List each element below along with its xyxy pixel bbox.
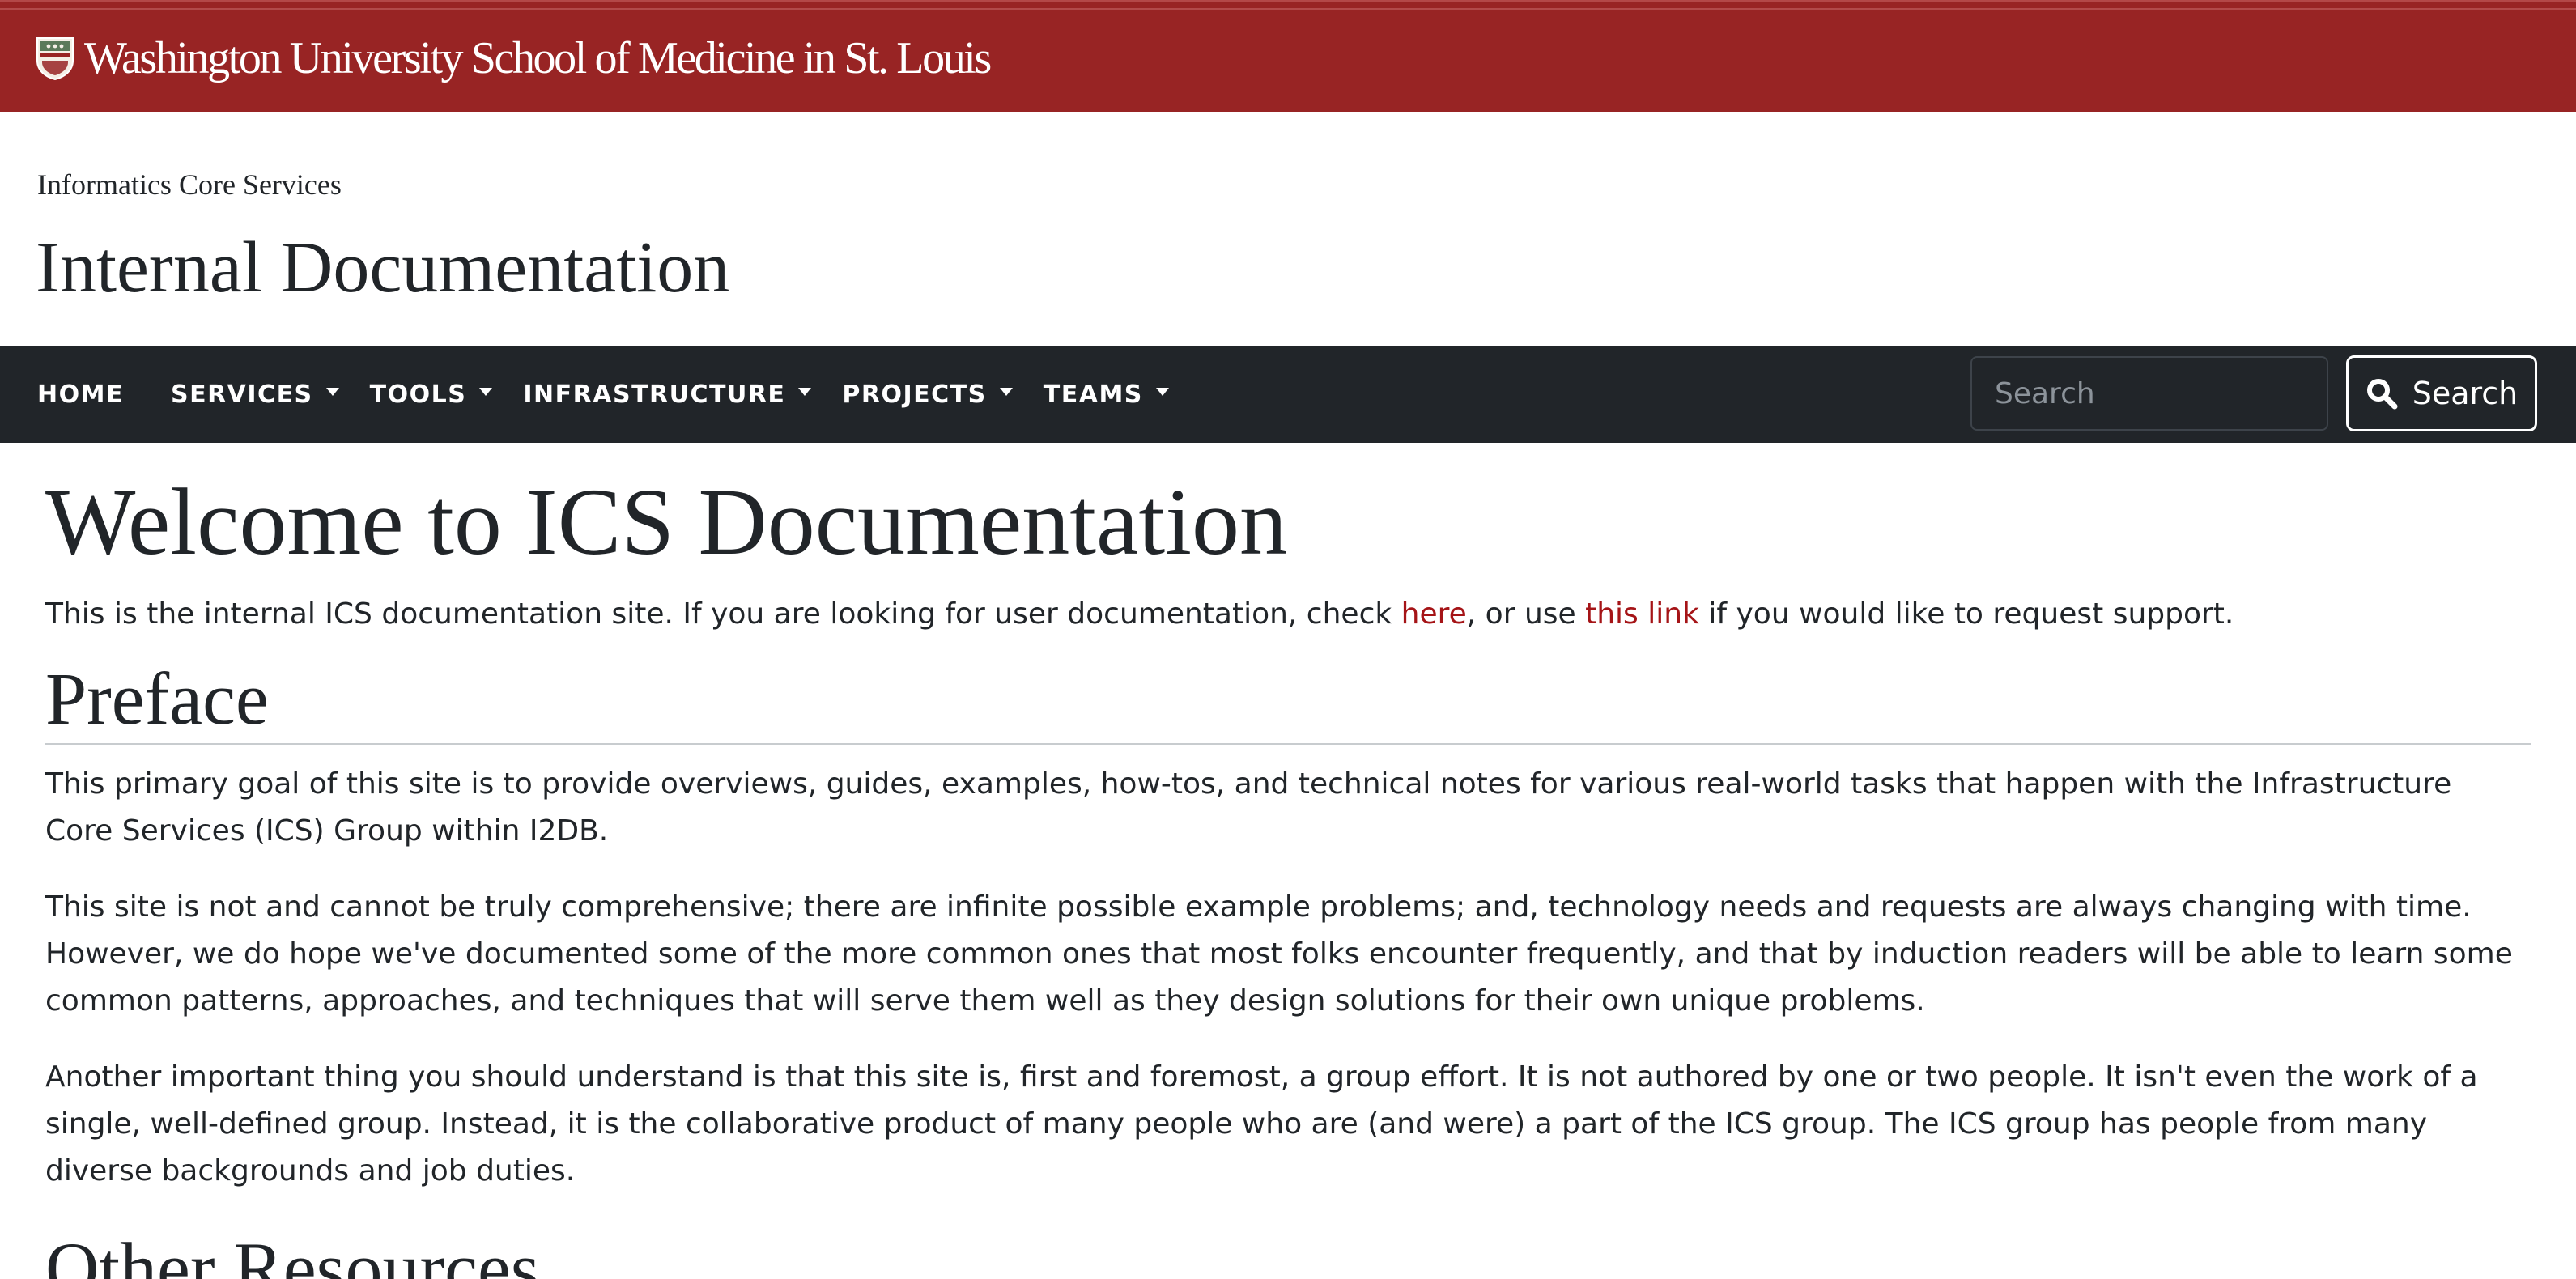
magnifier-icon: [2366, 379, 2398, 410]
nav-item-label: HOME: [37, 380, 124, 409]
caret-down-icon: [479, 388, 493, 396]
university-shield-icon: [36, 37, 74, 80]
request-support-link[interactable]: this link: [1585, 597, 1699, 631]
site-subtitle: Informatics Core Services: [37, 168, 342, 201]
site-title[interactable]: Internal Documentation: [36, 223, 729, 312]
preface-heading: Preface: [45, 654, 2531, 745]
caret-down-icon: [1155, 388, 1169, 396]
caret-down-icon: [798, 388, 812, 396]
other-resources-heading: Other Resources: [45, 1227, 540, 1279]
main-content: Welcome to ICS Documentation This is the…: [45, 453, 2531, 1279]
page-heading: Welcome to ICS Documentation: [45, 469, 1287, 575]
intro-text: if you would like to request support.: [1698, 597, 2234, 631]
preface-paragraph-3: Another important thing you should under…: [45, 1060, 2478, 1188]
nav-item-label: SERVICES: [170, 380, 313, 409]
nav-item-label: INFRASTRUCTURE: [523, 380, 786, 409]
intro-text: This is the internal ICS documentation s…: [45, 597, 1401, 631]
nav-item-tools[interactable]: TOOLS: [370, 380, 493, 409]
caret-down-icon: [999, 388, 1013, 396]
search-input[interactable]: [1970, 356, 2328, 431]
search-button[interactable]: Search: [2346, 355, 2537, 431]
nav-item-label: TOOLS: [369, 380, 467, 409]
preface-paragraph-1: This primary goal of this site is to pro…: [45, 767, 2452, 848]
nav-item-label: TEAMS: [1043, 380, 1143, 409]
nav-item-label: PROJECTS: [842, 380, 987, 409]
preface-paragraph-2: This site is not and cannot be truly com…: [45, 890, 2513, 1018]
university-name: Washington University School of Medicine…: [84, 33, 992, 83]
caret-down-icon: [325, 388, 339, 396]
nav-item-projects[interactable]: PROJECTS: [842, 380, 1013, 409]
user-docs-link[interactable]: here: [1401, 597, 1467, 631]
university-logo-link[interactable]: Washington University School of Medicine…: [36, 33, 992, 83]
nav-item-teams[interactable]: TEAMS: [1044, 380, 1169, 409]
brand-bar: Washington University School of Medicine…: [0, 0, 2576, 112]
nav-item-services[interactable]: SERVICES: [171, 380, 339, 409]
brand-bar-top-line: [0, 8, 2576, 10]
intro-paragraph: This is the internal ICS documentation s…: [45, 591, 2531, 638]
nav-menu: HOME SERVICES TOOLS INFRASTRUCTURE PROJE…: [37, 346, 1169, 443]
nav-item-home[interactable]: HOME: [37, 380, 124, 409]
intro-text: , or use: [1466, 597, 1586, 631]
search-button-label: Search: [2412, 376, 2519, 411]
nav-item-infrastructure[interactable]: INFRASTRUCTURE: [523, 380, 812, 409]
